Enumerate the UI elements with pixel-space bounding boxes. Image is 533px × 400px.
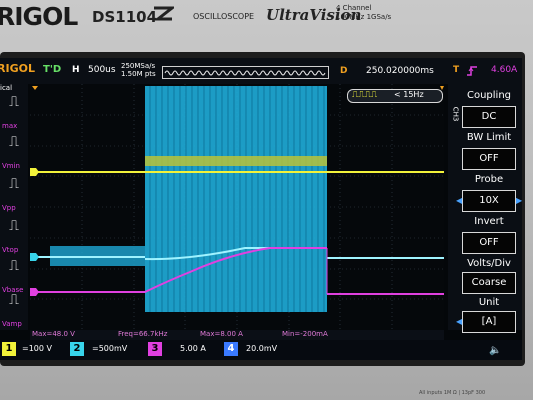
measure-menu-header: ical: [0, 84, 13, 92]
unit-value: [A]: [481, 316, 497, 327]
memory-waveform-icon: [162, 66, 329, 79]
bw-limit-button[interactable]: OFF: [462, 148, 516, 170]
volts-div-button[interactable]: Coarse: [462, 272, 516, 294]
ch3-badge[interactable]: 3: [148, 342, 162, 356]
probe-button[interactable]: 10X: [462, 190, 516, 212]
measure-min-readout: Min=-200mA: [282, 330, 328, 338]
measure-vamp-label: Vamp: [2, 320, 22, 328]
acquisition-info: 250MSa/s 1.50M pts: [121, 62, 156, 78]
ch3-scale[interactable]: 5.00 A: [180, 344, 206, 353]
device-type: OSCILLOSCOPE: [193, 12, 255, 21]
unit-title: Unit: [478, 297, 500, 308]
screen-brand: RIGOL: [0, 62, 35, 75]
ch4-badge[interactable]: 4: [224, 342, 238, 356]
ch1-badge[interactable]: 1: [2, 342, 16, 356]
probe-title: Probe: [474, 174, 504, 185]
spec-channels: 4 Channel: [336, 4, 372, 12]
probe-right-arrow-icon[interactable]: ▶: [516, 196, 522, 205]
timebase-value[interactable]: 500us: [88, 65, 116, 75]
measure-maxcurrent-readout: Max=8.00 A: [200, 330, 243, 338]
pulse-icon: ⎍: [9, 258, 19, 274]
volts-div-title: Volts/Div: [467, 258, 511, 269]
coupling-button[interactable]: DC: [462, 106, 516, 128]
measure-vpp-label: Vpp: [2, 204, 16, 212]
delay-value[interactable]: 250.020000ms: [366, 66, 434, 76]
invert-value: OFF: [479, 237, 499, 248]
pulse-icon: ⎍: [9, 218, 19, 234]
measure-vtop-label: Vtop: [2, 246, 19, 254]
measure-max-readout: Max=48.0 V: [32, 330, 75, 338]
invert-button[interactable]: OFF: [462, 232, 516, 254]
square-wave-icon: ⎍⎍⎍⎍: [352, 90, 378, 100]
brand-logo: RIGOL: [0, 2, 78, 31]
coupling-value: DC: [481, 111, 497, 122]
waveform-display[interactable]: [30, 84, 444, 330]
spec-bw-sr: 100MHz 1GSa/s: [336, 13, 391, 22]
measure-vamp[interactable]: ⎍ Vamp: [0, 292, 28, 330]
delay-label: D: [340, 66, 348, 76]
measure-max[interactable]: ⎍ max: [0, 94, 28, 132]
freq-counter: ⎍⎍⎍⎍ < 15Hz: [347, 89, 443, 103]
device-specs: 4 Channel 100MHz 1GSa/s: [336, 4, 391, 22]
measurement-bar: Max=48.0 V Freq=66.7kHz Max=8.00 A Min=-…: [30, 330, 444, 340]
unit-left-arrow-icon[interactable]: ◀: [456, 317, 462, 326]
spec-bandwidth: 100MHz: [336, 13, 365, 21]
pulse-icon: ⎍: [9, 176, 19, 192]
sample-rate: 250MSa/s: [121, 62, 156, 70]
pulse-icon: ⎍: [9, 94, 19, 110]
trigger-mode: T'D: [43, 64, 62, 75]
trigger-label: T: [453, 65, 460, 75]
measure-max-label: max: [2, 122, 18, 130]
ch1-burst-band: [145, 156, 327, 166]
ch4-scale[interactable]: 20.0mV: [246, 344, 277, 353]
timebase-label: H: [72, 65, 80, 75]
spec-sample-rate: 1GSa/s: [366, 13, 392, 21]
ch1-scale[interactable]: =100 V: [22, 344, 52, 353]
speaker-icon[interactable]: 🔈: [489, 345, 501, 356]
volts-div-value: Coarse: [471, 277, 507, 288]
menu-channel-label: CH3: [451, 106, 460, 122]
measure-vbase[interactable]: ⎍ Vbase: [0, 258, 28, 296]
input-spec-label: All inputs 1M Ω | 13pF 300: [419, 390, 486, 396]
bw-limit-title: BW Limit: [466, 132, 512, 143]
unit-button[interactable]: [A]: [462, 311, 516, 333]
coupling-title: Coupling: [466, 90, 512, 101]
memory-depth: 1.50M pts: [121, 70, 156, 78]
probe-left-arrow-icon[interactable]: ◀: [456, 196, 462, 205]
probe-value: 10X: [479, 195, 499, 206]
trigger-level[interactable]: 4.60A: [491, 65, 517, 75]
freq-counter-value: < 15Hz: [394, 90, 424, 99]
measure-vpp[interactable]: ⎍ Vpp: [0, 176, 28, 214]
measure-vmin[interactable]: ⎍ Vmin: [0, 134, 28, 172]
bw-limit-value: OFF: [479, 153, 499, 164]
measure-vmin-label: Vmin: [2, 162, 20, 170]
model-z-logo-icon: [153, 6, 174, 21]
model-name: DS1104: [92, 8, 158, 26]
invert-title: Invert: [474, 216, 504, 227]
measure-vtop[interactable]: ⎍ Vtop: [0, 218, 28, 256]
ch2-badge[interactable]: 2: [70, 342, 84, 356]
measure-freq-readout: Freq=66.7kHz: [118, 330, 168, 338]
ch2-scale[interactable]: =500mV: [92, 344, 127, 353]
trigger-edge-icon: [467, 66, 477, 76]
pulse-icon: ⎍: [9, 134, 19, 150]
pulse-icon: ⎍: [9, 292, 19, 308]
